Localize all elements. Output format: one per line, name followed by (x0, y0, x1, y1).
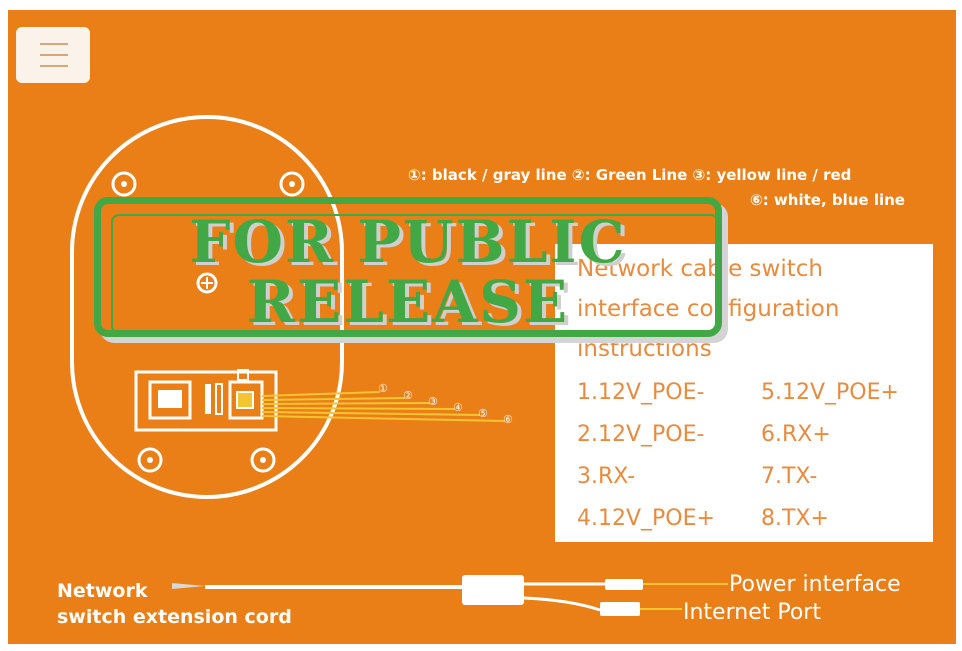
rj45-port-icon (148, 380, 192, 420)
pin-8: 8.TX+ (761, 506, 829, 531)
screw-hole-icon (279, 171, 305, 197)
screw-hole-icon (137, 447, 163, 473)
pin-3: 3.RX- (577, 464, 636, 489)
network-plug (600, 602, 640, 616)
power-interface-label: Power interface (729, 572, 901, 597)
wire-bundle (261, 391, 506, 422)
pin-5: 5.12V_POE+ (761, 380, 899, 405)
cord-label-line-2: switch extension cord (57, 606, 292, 628)
internet-port-label: Internet Port (683, 600, 821, 625)
public-release-stamp: FOR PUBLIC RELEASE (94, 197, 736, 347)
splitter-box (462, 575, 524, 605)
wire-number: ② (403, 389, 413, 402)
terminal-strip (215, 383, 223, 415)
diagram-page: ① ② ③ ④ ⑤ ⑥ ①: black / gray line ②: Gree… (0, 0, 962, 651)
wire-number: ③ (428, 395, 438, 408)
pin-2: 2.12V_POE- (577, 422, 705, 447)
stamp-text-line-1: FOR PUBLIC (189, 208, 627, 276)
terminal-block-icon (228, 369, 264, 420)
screw-hole-icon (250, 447, 276, 473)
cord-label-line-1: Network (57, 580, 148, 602)
wire-number: ⑤ (478, 407, 488, 420)
screw-hole-icon (111, 171, 137, 197)
wire-color-legend-line-2: ⑥: white, blue line (750, 191, 905, 209)
wire-number: ① (378, 382, 388, 395)
wire-number: ⑥ (503, 413, 513, 426)
pin-4: 4.12V_POE+ (577, 506, 715, 531)
pin-7: 7.TX- (761, 464, 818, 489)
power-plug (605, 579, 643, 590)
terminal-strip (205, 384, 211, 414)
pin-6: 6.RX+ (761, 422, 831, 447)
stamp-text-line-2: RELEASE (246, 268, 570, 336)
wire-number: ④ (453, 401, 463, 414)
wire-color-legend-line-1: ①: black / gray line ②: Green Line ③: ye… (408, 166, 852, 184)
pin-1: 1.12V_POE- (577, 380, 705, 405)
